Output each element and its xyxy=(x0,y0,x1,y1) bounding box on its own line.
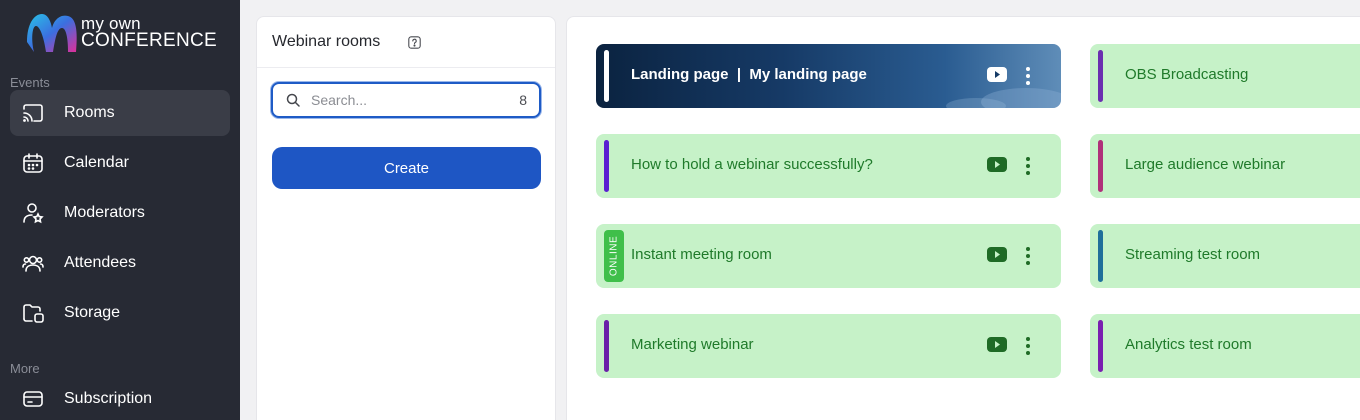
more-options-icon[interactable] xyxy=(1020,66,1036,86)
calendar-icon xyxy=(23,153,43,173)
room-color-bar xyxy=(1098,140,1103,192)
sidebar-item-moderators[interactable]: Moderators xyxy=(10,190,230,236)
section-label-events: Events xyxy=(10,75,50,90)
brand-mark-icon xyxy=(27,14,77,52)
brand-logo[interactable]: my own CONFERENCE xyxy=(24,12,224,56)
room-color-bar xyxy=(1098,230,1103,282)
storage-icon xyxy=(23,304,44,323)
sidebar-item-storage[interactable]: Storage xyxy=(10,290,230,336)
room-title: Landing page | My landing page xyxy=(631,66,867,83)
room-card[interactable]: ONLINE Instant meeting room xyxy=(596,224,1061,288)
section-label-more: More xyxy=(10,361,40,376)
rooms-grid: Landing page | My landing page OBS Broad… xyxy=(566,16,1360,420)
youtube-icon[interactable] xyxy=(987,67,1007,82)
card-icon xyxy=(23,391,43,407)
search-result-count: 8 xyxy=(519,92,527,108)
sidebar-item-rooms[interactable]: Rooms xyxy=(10,90,230,136)
sidebar-item-subscription[interactable]: Subscription xyxy=(10,376,230,420)
online-badge-label: ONLINE xyxy=(608,235,620,277)
room-color-bar xyxy=(1098,320,1103,372)
sidebar-item-label: Calendar xyxy=(64,154,129,171)
create-button[interactable]: Create xyxy=(272,147,541,189)
room-title: Instant meeting room xyxy=(631,246,772,263)
search-icon xyxy=(286,93,300,107)
room-title: Marketing webinar xyxy=(631,336,754,353)
room-title: OBS Broadcasting xyxy=(1125,66,1249,83)
room-card[interactable]: Streaming test room xyxy=(1090,224,1360,288)
room-title: Streaming test room xyxy=(1125,246,1261,263)
sidebar-item-label: Storage xyxy=(64,304,121,321)
panel-title: Webinar rooms xyxy=(272,33,381,50)
attendees-icon xyxy=(22,255,44,272)
room-card[interactable]: Landing page | My landing page xyxy=(596,44,1061,108)
room-card[interactable]: How to hold a webinar successfully? xyxy=(596,134,1061,198)
search-field[interactable]: 8 xyxy=(271,82,541,118)
more-options-icon[interactable] xyxy=(1020,246,1036,266)
rooms-panel: Webinar rooms 8 Create xyxy=(256,16,556,420)
room-color-bar xyxy=(604,140,609,192)
room-card[interactable]: Analytics test room xyxy=(1090,314,1360,378)
room-color-bar xyxy=(604,320,609,372)
room-card[interactable]: Large audience webinar xyxy=(1090,134,1360,198)
more-options-icon[interactable] xyxy=(1020,336,1036,356)
room-color-bar xyxy=(1098,50,1103,102)
more-options-icon[interactable] xyxy=(1020,156,1036,176)
sidebar: my own CONFERENCE Events Rooms Calendar … xyxy=(0,0,240,420)
youtube-icon[interactable] xyxy=(987,157,1007,172)
room-title: Analytics test room xyxy=(1125,336,1252,353)
sidebar-item-calendar[interactable]: Calendar xyxy=(10,140,230,186)
online-badge: ONLINE xyxy=(604,230,624,282)
search-input[interactable] xyxy=(311,90,501,110)
room-card[interactable]: Marketing webinar xyxy=(596,314,1061,378)
sidebar-item-label: Subscription xyxy=(64,390,153,407)
help-icon[interactable] xyxy=(408,36,421,49)
youtube-icon[interactable] xyxy=(987,247,1007,262)
sidebar-item-label: Attendees xyxy=(64,254,137,271)
cast-icon xyxy=(23,104,43,122)
youtube-icon[interactable] xyxy=(987,337,1007,352)
sidebar-item-label: Moderators xyxy=(64,204,145,221)
moderator-icon xyxy=(23,203,44,224)
room-color-bar xyxy=(604,50,609,102)
room-title: Large audience webinar xyxy=(1125,156,1286,173)
panel-header: Webinar rooms xyxy=(257,17,555,68)
room-card[interactable]: OBS Broadcasting xyxy=(1090,44,1360,108)
brand-line-2: CONFERENCE xyxy=(81,30,218,51)
sidebar-item-attendees[interactable]: Attendees xyxy=(10,240,230,286)
sidebar-item-label: Rooms xyxy=(64,104,115,121)
room-title: How to hold a webinar successfully? xyxy=(631,156,873,173)
